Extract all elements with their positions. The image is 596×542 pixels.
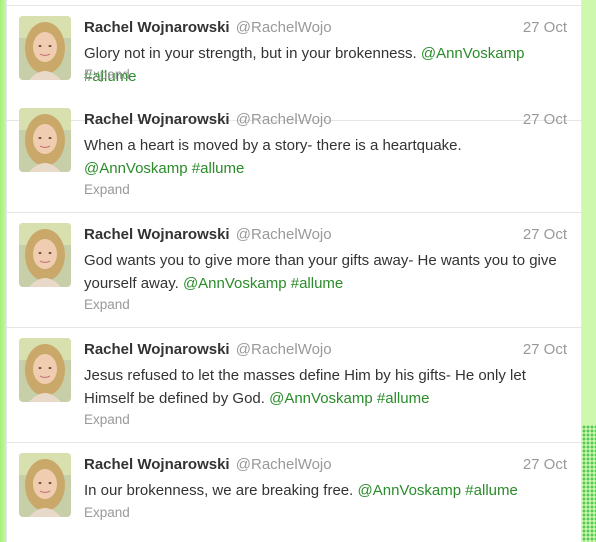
author-name[interactable]: Rachel Wojnarowski <box>84 341 230 358</box>
avatar[interactable] <box>19 223 71 287</box>
mention-link[interactable]: @AnnVoskamp <box>269 390 373 407</box>
tweet-header: Rachel Wojnarowski @RachelWojo <box>84 226 332 244</box>
author-name[interactable]: Rachel Wojnarowski <box>84 111 230 128</box>
tweet-date[interactable]: 27 Oct <box>523 456 567 474</box>
author-name[interactable]: Rachel Wojnarowski <box>84 456 230 473</box>
tweet-date[interactable]: 27 Oct <box>523 341 567 359</box>
tweet-body: In our brokenness, we are breaking free. <box>84 482 354 499</box>
tweet-text: Glory not in your strength, but in your … <box>84 42 564 88</box>
avatar[interactable] <box>19 108 71 172</box>
expand-link[interactable]: Expand <box>84 297 130 313</box>
expand-link[interactable]: Expand <box>84 505 130 521</box>
avatar[interactable] <box>19 338 71 402</box>
avatar-image <box>19 453 71 517</box>
tweet-text: In our brokenness, we are breaking free.… <box>84 479 564 502</box>
mention-link[interactable]: @AnnVoskamp <box>358 482 462 499</box>
avatar[interactable] <box>19 453 71 517</box>
tweet-header: Rachel Wojnarowski @RachelWojo <box>84 456 332 474</box>
mention-link[interactable]: @AnnVoskamp <box>183 275 287 292</box>
tweet-text: Jesus refused to let the masses define H… <box>84 364 564 410</box>
tweet-body: Glory not in your strength, but in your … <box>84 45 417 62</box>
tweet-header: Rachel Wojnarowski @RachelWojo <box>84 111 332 129</box>
author-handle[interactable]: @RachelWojo <box>236 111 332 128</box>
author-handle[interactable]: @RachelWojo <box>236 226 332 243</box>
background-dot-pattern <box>582 425 596 542</box>
author-handle[interactable]: @RachelWojo <box>236 19 332 36</box>
avatar-image <box>19 108 71 172</box>
hashtag-link[interactable]: #allume <box>192 160 245 177</box>
tweet-date[interactable]: 27 Oct <box>523 111 567 129</box>
expand-link[interactable]: Expand <box>84 412 130 428</box>
avatar-image <box>19 223 71 287</box>
tweet-header: Rachel Wojnarowski @RachelWojo <box>84 341 332 359</box>
tweet-item[interactable]: Rachel Wojnarowski @RachelWojo 27 Oct Je… <box>7 328 581 443</box>
author-name[interactable]: Rachel Wojnarowski <box>84 19 230 36</box>
hashtag-link[interactable]: #allume <box>377 390 430 407</box>
avatar-image <box>19 338 71 402</box>
mention-link[interactable]: @AnnVoskamp <box>421 45 525 62</box>
tweet-item[interactable]: Rachel Wojnarowski @RachelWojo 27 Oct In… <box>7 443 581 542</box>
tweet-text: God wants you to give more than your gif… <box>84 249 564 295</box>
tweet-timeline: Rachel Wojnarowski @RachelWojo 27 Oct Gl… <box>6 0 582 542</box>
tweet-item[interactable]: Rachel Wojnarowski @RachelWojo 27 Oct Wh… <box>7 98 581 213</box>
author-handle[interactable]: @RachelWojo <box>236 341 332 358</box>
tweet-text: When a heart is moved by a story- there … <box>84 134 564 180</box>
author-name[interactable]: Rachel Wojnarowski <box>84 226 230 243</box>
hashtag-link[interactable]: #allume <box>465 482 518 499</box>
avatar-image <box>19 16 71 80</box>
expand-link[interactable]: Expand <box>84 67 130 83</box>
tweet-date[interactable]: 27 Oct <box>523 19 567 37</box>
expand-link[interactable]: Expand <box>84 182 130 198</box>
tweet-body: When a heart is moved by a story- there … <box>84 137 462 154</box>
hashtag-link[interactable]: #allume <box>291 275 344 292</box>
author-handle[interactable]: @RachelWojo <box>236 456 332 473</box>
tweet-header: Rachel Wojnarowski @RachelWojo <box>84 19 332 37</box>
mention-link[interactable]: @AnnVoskamp <box>84 160 188 177</box>
tweet-date[interactable]: 27 Oct <box>523 226 567 244</box>
avatar[interactable] <box>19 16 71 80</box>
tweet-item[interactable]: Rachel Wojnarowski @RachelWojo 27 Oct Go… <box>7 213 581 328</box>
